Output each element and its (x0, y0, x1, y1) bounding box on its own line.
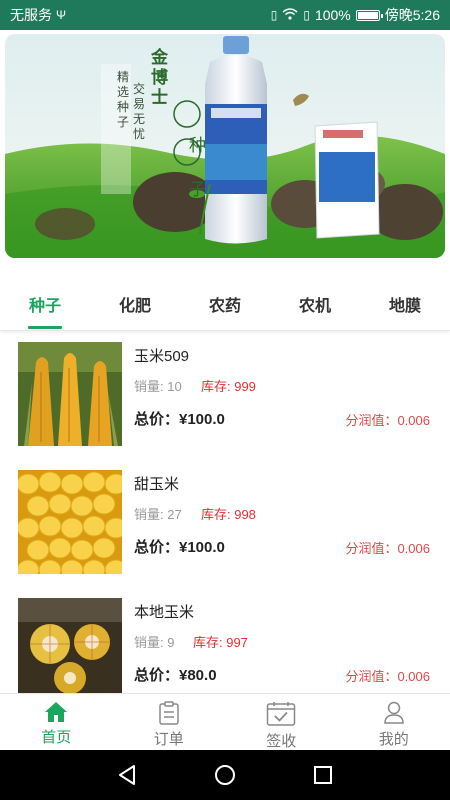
tab-label: 农药 (208, 298, 241, 315)
nav-orders[interactable]: 订单 (113, 694, 226, 751)
home-circle-icon (214, 765, 235, 785)
profit-value: 分润值：0.006 (345, 541, 430, 556)
nav-profile[interactable]: 我的 (338, 694, 450, 751)
carrier-label: 无服务 (10, 7, 52, 23)
tab-pesticide[interactable]: 农药 (180, 272, 270, 330)
banner-brand: 金博士 (151, 48, 168, 108)
banner-product: 种子 (189, 136, 206, 200)
category-tabs: 种子 化肥 农药 农机 地膜 (0, 272, 450, 331)
tab-label: 农机 (298, 298, 331, 315)
total-price: 总价：¥80.0 (134, 667, 217, 684)
nav-sign[interactable]: 签收 (225, 694, 338, 751)
stock-count: 库存: 999 (201, 379, 256, 394)
stock-count: 库存: 998 (201, 507, 256, 522)
product-name: 甜玉米 (134, 476, 180, 493)
tab-seeds[interactable]: 种子 (0, 272, 90, 330)
bottom-nav: 首页 订单 签收 我的 (0, 693, 450, 751)
product-list[interactable]: 玉米509 销量: 10 库存: 999 总价：¥100.0 分润值：0.006… (0, 331, 450, 693)
promo-banner[interactable]: 金博士 种子 精选种子 交易无忧 (5, 34, 445, 258)
battery-icon (355, 9, 383, 21)
product-image-corn-ears (18, 342, 122, 446)
system-nav-bar (0, 750, 450, 800)
nav-label: 我的 (378, 731, 409, 748)
profit-value: 分润值：0.006 (345, 413, 430, 428)
banner-scene-illustration (5, 34, 445, 258)
product-item[interactable]: 本地玉米 销量: 9 库存: 997 总价：¥80.0 分润值：0.006 (0, 587, 450, 693)
nav-label: 签收 (266, 733, 297, 750)
total-price: 总价：¥100.0 (134, 539, 225, 556)
product-name: 玉米509 (134, 348, 190, 365)
product-item[interactable]: 玉米509 销量: 10 库存: 999 总价：¥100.0 分润值：0.006 (0, 331, 450, 459)
product-image-sweet-corn (18, 470, 122, 574)
active-tab-indicator (28, 326, 62, 329)
nav-label: 订单 (153, 731, 184, 748)
stock-count: 库存: 997 (193, 635, 248, 650)
sales-count: 销量: 27 (134, 507, 182, 522)
product-name: 本地玉米 (134, 604, 195, 621)
total-price: 总价：¥100.0 (134, 411, 225, 428)
recents-square-icon (314, 766, 333, 784)
tab-mulch-film[interactable]: 地膜 (360, 272, 450, 330)
usb-icon: Ψ (56, 8, 67, 22)
profit-value: 分润值：0.006 (345, 669, 430, 684)
sales-count: 销量: 10 (134, 379, 182, 394)
calendar-check-icon (267, 702, 296, 726)
home-button[interactable] (214, 764, 236, 786)
back-button[interactable] (117, 764, 137, 786)
clipboard-icon (159, 701, 179, 725)
back-triangle-icon (118, 765, 135, 785)
sales-count: 销量: 9 (134, 635, 175, 650)
recents-button[interactable] (313, 765, 333, 785)
sim-alert-icon: ▯ (303, 8, 310, 22)
product-item[interactable]: 甜玉米 销量: 27 库存: 998 总价：¥100.0 分润值：0.006 (0, 459, 450, 587)
wifi-icon (282, 7, 298, 23)
status-bar: 无服务 Ψ ▯ ▯ 100% 傍晚5:26 (0, 0, 450, 30)
battery-percent: 100% (314, 7, 351, 23)
banner-slogan-line2: 交易无忧 (133, 82, 146, 141)
tab-fertilizer[interactable]: 化肥 (90, 272, 180, 330)
tab-label: 化肥 (118, 298, 151, 315)
nav-label: 首页 (41, 729, 72, 746)
clock: 傍晚5:26 (384, 7, 440, 23)
banner-slogan-line1: 精选种子 (117, 70, 130, 129)
vibrate-icon: ▯ (270, 8, 278, 22)
tab-label: 地膜 (388, 298, 421, 315)
home-icon (45, 702, 68, 722)
user-icon (383, 701, 404, 724)
product-image-corn-cross-section (18, 598, 122, 693)
tab-machinery[interactable]: 农机 (270, 272, 360, 330)
nav-home[interactable]: 首页 (0, 694, 113, 751)
tab-label: 种子 (28, 298, 61, 315)
